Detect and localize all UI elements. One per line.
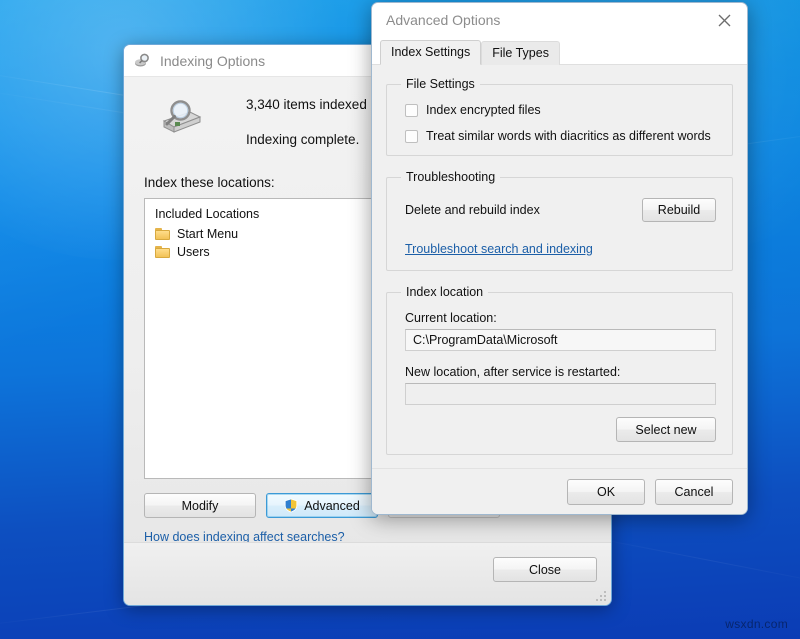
shield-icon <box>284 498 298 513</box>
site-watermark: wsxdn.com <box>725 617 788 631</box>
advanced-options-footer: OK Cancel <box>372 468 747 514</box>
diacritics-label: Treat similar words with diacritics as d… <box>426 129 711 143</box>
diacritics-row[interactable]: Treat similar words with diacritics as d… <box>405 129 720 143</box>
select-new-button[interactable]: Select new <box>616 417 716 442</box>
indexing-status-text: Indexing complete. <box>246 132 367 147</box>
index-location-legend: Index location <box>401 285 488 299</box>
folder-icon <box>155 246 170 258</box>
resize-grip[interactable] <box>595 590 607 602</box>
current-location-field[interactable]: C:\ProgramData\Microsoft <box>405 329 716 351</box>
indexing-drive-icon <box>158 95 204 137</box>
troubleshooting-legend: Troubleshooting <box>401 170 500 184</box>
rebuild-index-label: Delete and rebuild index <box>405 203 540 217</box>
advanced-options-dialog: Advanced Options Index Settings File Typ… <box>371 2 748 515</box>
tab-file-types[interactable]: File Types <box>481 41 560 65</box>
index-encrypted-files-row[interactable]: Index encrypted files <box>405 103 720 117</box>
advanced-button[interactable]: Advanced <box>266 493 378 518</box>
list-item-label: Users <box>177 245 210 259</box>
cancel-button[interactable]: Cancel <box>655 479 733 505</box>
new-location-label: New location, after service is restarted… <box>405 365 720 379</box>
modify-button[interactable]: Modify <box>144 493 256 518</box>
indexing-options-icon <box>134 52 152 70</box>
rebuild-button[interactable]: Rebuild <box>642 198 716 222</box>
advanced-button-label: Advanced <box>304 499 360 513</box>
current-location-label: Current location: <box>405 311 720 325</box>
close-button[interactable]: Close <box>493 557 597 582</box>
new-location-field[interactable] <box>405 383 716 405</box>
index-encrypted-files-checkbox[interactable] <box>405 104 418 117</box>
index-settings-panel: File Settings Index encrypted files Trea… <box>372 65 747 514</box>
ok-button[interactable]: OK <box>567 479 645 505</box>
file-settings-group: File Settings Index encrypted files Trea… <box>386 77 733 156</box>
tab-index-settings[interactable]: Index Settings <box>380 40 481 65</box>
close-icon[interactable] <box>707 6 741 34</box>
folder-icon <box>155 228 170 240</box>
diacritics-checkbox[interactable] <box>405 130 418 143</box>
file-settings-legend: File Settings <box>401 77 480 91</box>
index-location-group: Index location Current location: C:\Prog… <box>386 285 733 455</box>
indexing-options-title: Indexing Options <box>160 53 265 69</box>
advanced-options-title: Advanced Options <box>386 12 500 28</box>
desktop-background: Indexing Options <box>0 0 800 639</box>
troubleshooting-group: Troubleshooting Delete and rebuild index… <box>386 170 733 271</box>
advanced-options-tabs: Index Settings File Types <box>372 37 747 65</box>
index-encrypted-files-label: Index encrypted files <box>426 103 541 117</box>
items-indexed-text: 3,340 items indexed <box>246 97 367 112</box>
troubleshoot-search-and-indexing-link[interactable]: Troubleshoot search and indexing <box>405 242 720 256</box>
advanced-options-title-bar: Advanced Options <box>372 3 747 37</box>
list-item-label: Start Menu <box>177 227 238 241</box>
indexing-options-footer: Close <box>124 542 611 605</box>
rebuild-row: Delete and rebuild index Rebuild <box>405 198 716 222</box>
